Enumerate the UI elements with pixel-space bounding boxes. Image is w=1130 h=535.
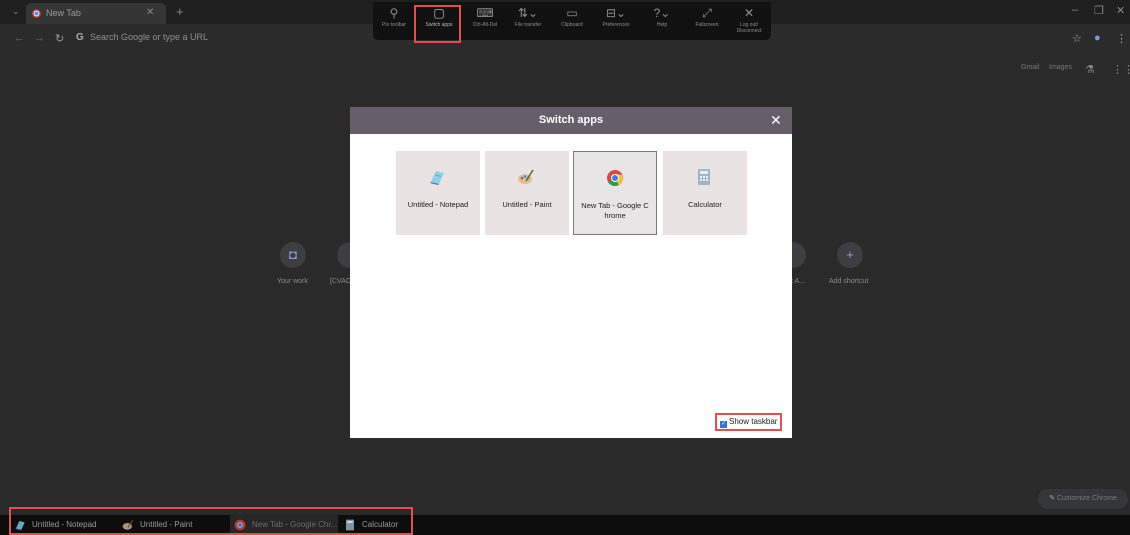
help-icon: ?⌄: [653, 6, 671, 20]
fullscreen-button[interactable]: ⤢ Fullscreen: [686, 4, 728, 38]
app-tile-paint[interactable]: Untitled - Paint: [485, 151, 569, 235]
notepad-icon: [430, 171, 444, 185]
reload-icon[interactable]: ↻: [55, 32, 64, 45]
new-tab-icon[interactable]: +: [176, 4, 184, 19]
ctrl-alt-del-label: Ctrl-Alt-Del: [472, 22, 498, 28]
images-link[interactable]: Images: [1049, 64, 1072, 71]
taskbar-highlight: [9, 507, 413, 535]
google-g-icon: G: [76, 32, 84, 43]
shortcut-third-label[interactable]: t A...: [791, 278, 805, 285]
gmail-link[interactable]: Gmail: [1021, 64, 1039, 71]
bookmark-star-icon[interactable]: ☆: [1072, 32, 1082, 45]
close-icon[interactable]: ✕: [770, 112, 782, 129]
clipboard-icon: ▭: [566, 6, 578, 20]
logout-icon: ✕: [743, 6, 755, 20]
app-tile-label: Calculator: [688, 200, 722, 209]
tab-close-icon[interactable]: ✕: [146, 7, 154, 18]
profile-icon[interactable]: ●: [1094, 32, 1101, 44]
customize-chrome-button[interactable]: ✎ Customize Chrome: [1038, 489, 1128, 509]
pin-icon: ⚲: [389, 6, 399, 20]
labs-icon[interactable]: ⚗: [1085, 63, 1095, 76]
chrome-icon: [607, 170, 624, 186]
browser-tab[interactable]: New Tab ✕: [26, 3, 166, 24]
shortcut-cvac-label[interactable]: [CVAC: [330, 278, 351, 285]
dialog-title: Switch apps: [538, 114, 604, 126]
clipboard-label: Clipboard: [561, 22, 583, 28]
menu-icon[interactable]: ⋮: [1116, 32, 1127, 45]
minimize-icon[interactable]: –: [1072, 4, 1078, 16]
preferences-button[interactable]: ⊟⌄ Preferences: [595, 4, 637, 38]
add-shortcut-label[interactable]: Add shortcut: [829, 278, 868, 285]
file-transfer-label: File transfer: [514, 22, 542, 28]
pencil-icon: ✎: [1049, 495, 1057, 502]
preferences-icon: ⊟⌄: [605, 6, 627, 20]
customize-chrome-label: Customize Chrome: [1056, 495, 1117, 502]
dialog-header: Switch apps ✕: [350, 107, 792, 134]
show-taskbar-label: Show taskbar: [729, 417, 778, 426]
ctrl-alt-del-button[interactable]: ⌨ Ctrl-Alt-Del: [464, 4, 506, 38]
switch-apps-dialog: Switch apps ✕ Untitled - Notepad Untitle…: [350, 107, 792, 438]
pin-toolbar-label: Pin toolbar: [382, 22, 406, 28]
add-shortcut-icon[interactable]: +: [837, 242, 863, 268]
ctrl-alt-del-icon: ⌨: [476, 6, 494, 20]
omnibox-placeholder: Search Google or type a URL: [90, 32, 209, 42]
clipboard-button[interactable]: ▭ Clipboard: [551, 4, 593, 38]
app-tile-label: New Tab - Google C hrome: [581, 201, 649, 220]
chrome-favicon-icon: [32, 9, 41, 18]
restore-icon[interactable]: ❐: [1094, 4, 1104, 17]
fullscreen-label: Fullscreen: [695, 22, 719, 28]
tab-search-icon[interactable]: ⌄: [12, 6, 20, 17]
shortcut-your-work-icon[interactable]: ◘: [280, 242, 306, 268]
app-tile-calculator[interactable]: Calculator: [663, 151, 747, 235]
preferences-label: Preferences: [602, 22, 630, 28]
switch-apps-highlight: [414, 5, 461, 43]
app-tile-label: Untitled - Paint: [502, 200, 552, 209]
logout-button[interactable]: ✕ Log out/ Disconnect: [728, 4, 770, 38]
fullscreen-icon: ⤢: [702, 6, 712, 20]
help-button[interactable]: ?⌄ Help: [641, 4, 683, 38]
checkbox-checked-icon[interactable]: ✓: [720, 421, 727, 428]
show-taskbar-checkbox[interactable]: ✓ Show taskbar: [715, 413, 782, 431]
apps-grid-icon[interactable]: ⋮⋮: [1112, 63, 1130, 76]
app-tile-label: Untitled - Notepad: [407, 200, 469, 209]
logout-label: Log out/ Disconnect: [736, 22, 762, 34]
file-transfer-icon: ⇅⌄: [517, 6, 539, 20]
file-transfer-button[interactable]: ⇅⌄ File transfer: [507, 4, 549, 38]
app-tile-notepad[interactable]: Untitled - Notepad: [396, 151, 480, 235]
forward-icon[interactable]: →: [34, 32, 45, 44]
back-icon[interactable]: ←: [14, 32, 25, 44]
window-close-icon[interactable]: ✕: [1116, 4, 1125, 17]
help-label: Help: [656, 22, 668, 28]
shortcut-your-work-label[interactable]: Your work: [277, 278, 308, 285]
app-tile-chrome[interactable]: New Tab - Google C hrome: [573, 151, 657, 235]
pin-toolbar-button[interactable]: ⚲ Pin toolbar: [373, 4, 415, 38]
tab-title: New Tab: [46, 8, 81, 18]
calculator-icon: [698, 169, 710, 185]
paint-icon: [518, 169, 534, 184]
